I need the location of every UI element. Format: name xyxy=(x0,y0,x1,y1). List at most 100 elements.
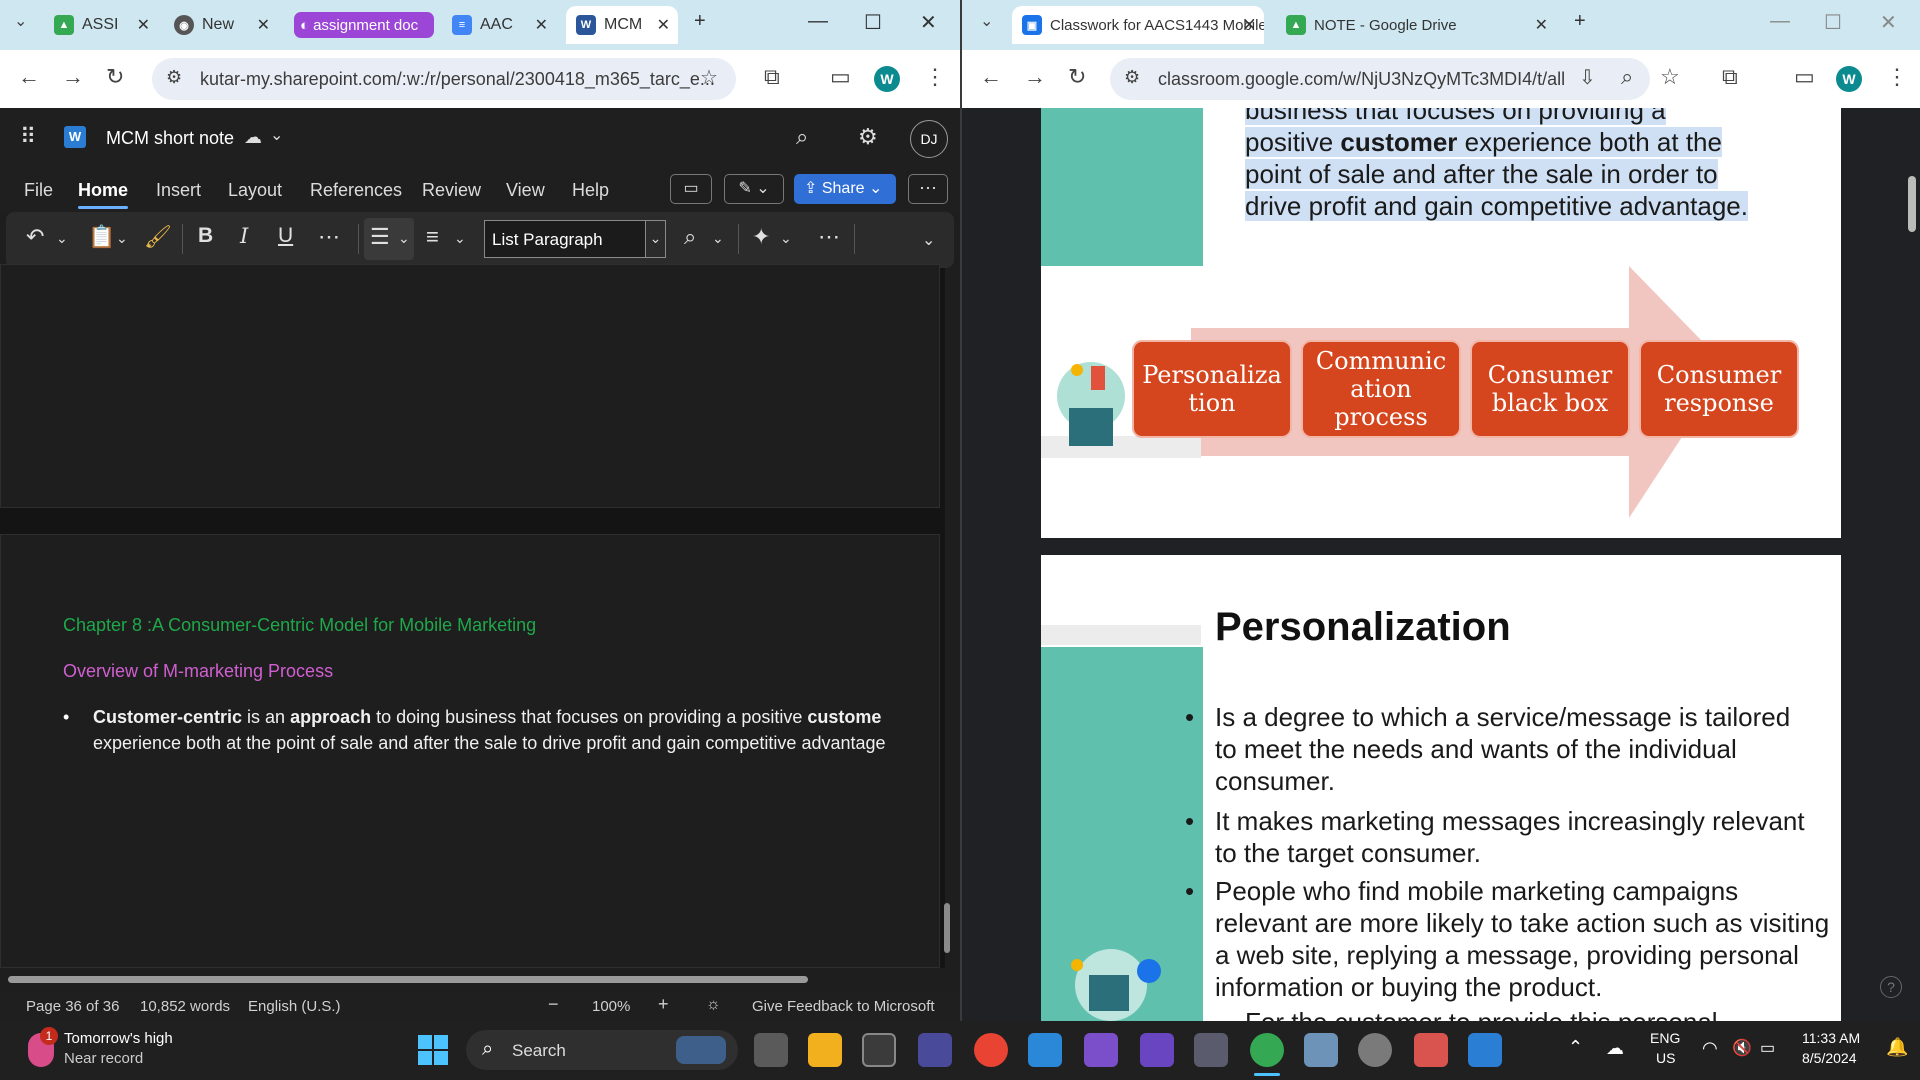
taskbar-search-box[interactable]: ⌕ Search xyxy=(466,1030,738,1070)
close-tab-icon[interactable]: ✕ xyxy=(137,15,150,35)
slide2-title[interactable]: Personalization xyxy=(1215,605,1511,650)
style-chevron-icon[interactable]: ⌄ xyxy=(646,220,666,258)
paste-clipboard-icon[interactable]: 📋 xyxy=(88,224,115,250)
undo-icon[interactable]: ↶ xyxy=(26,224,44,250)
vertical-scrollbar-thumb[interactable] xyxy=(944,903,950,953)
find-icon[interactable]: ⌕ xyxy=(684,224,696,250)
help-icon[interactable]: ? xyxy=(1880,976,1902,998)
zoom-icon[interactable]: ⌕ xyxy=(1621,66,1633,88)
bookmark-star-icon[interactable]: ☆ xyxy=(1660,66,1680,88)
align-icon[interactable]: ≡ xyxy=(426,224,439,250)
slide2-bullet-1[interactable]: Is a degree to which a service/message i… xyxy=(1185,701,1815,797)
heading-chapter[interactable]: Chapter 8 :A Consumer-Centric Model for … xyxy=(63,615,536,636)
reload-icon[interactable]: ↻ xyxy=(1068,66,1086,88)
reload-icon[interactable]: ↻ xyxy=(106,66,124,88)
forward-icon[interactable]: → xyxy=(62,66,84,88)
zoom-out-icon[interactable]: − xyxy=(548,994,559,1015)
tab-review[interactable]: Review xyxy=(422,180,481,201)
ribbon-collapse-icon[interactable]: ⌄ xyxy=(922,230,935,250)
close-window-icon[interactable]: ✕ xyxy=(1880,10,1897,35)
document-title[interactable]: MCM short note xyxy=(106,128,234,149)
windows-start-icon[interactable] xyxy=(418,1035,448,1065)
lang-bottom[interactable]: US xyxy=(1656,1050,1675,1066)
profile-avatar[interactable]: W xyxy=(874,66,900,92)
app-icon[interactable] xyxy=(918,1033,952,1067)
weather-title[interactable]: Tomorrow's high xyxy=(64,1030,173,1047)
file-explorer-icon[interactable] xyxy=(808,1033,842,1067)
tab-file[interactable]: File xyxy=(24,180,53,201)
close-tab-icon[interactable]: ✕ xyxy=(1243,15,1256,35)
tab-google-drive[interactable]: ▲ NOTE - Google Drive ✕ xyxy=(1280,6,1556,44)
search-icon[interactable]: ⌕ xyxy=(796,126,808,148)
editing-mode-icon[interactable]: ✎ ⌄ xyxy=(724,174,784,204)
settings-gear-icon[interactable] xyxy=(1358,1033,1392,1067)
align-chevron-icon[interactable]: ⌄ xyxy=(454,230,466,247)
clock-date[interactable]: 8/5/2024 xyxy=(1802,1050,1857,1066)
settings-gear-icon[interactable]: ⚙ xyxy=(858,126,878,148)
find-chevron-icon[interactable]: ⌄ xyxy=(712,230,724,247)
brightness-icon[interactable]: ☼ xyxy=(706,996,721,1014)
volume-muted-icon[interactable]: 🔇 xyxy=(1732,1038,1752,1058)
bullet-paragraph-line1[interactable]: Customer-centric is an approach to doing… xyxy=(93,707,881,728)
back-icon[interactable]: ← xyxy=(18,66,40,88)
close-tab-icon[interactable]: ✕ xyxy=(1535,15,1548,35)
more-font-icon[interactable]: ⋯ xyxy=(318,224,340,250)
share-button[interactable]: ⇪ Share ⌄ xyxy=(794,174,896,204)
viewer-scrollbar-thumb[interactable] xyxy=(1908,176,1916,232)
bullets-icon[interactable]: ☰ xyxy=(370,224,390,250)
chrome-profile-icon[interactable] xyxy=(1250,1033,1284,1067)
close-tab-icon[interactable]: ✕ xyxy=(257,15,270,35)
tab-group-assignment-doc[interactable]: ◐ assignment doc xyxy=(294,12,434,38)
cast-icon[interactable]: ▭ xyxy=(1794,66,1815,88)
paste-chevron-icon[interactable]: ⌄ xyxy=(116,230,128,247)
app-launcher-icon[interactable]: ⠿ xyxy=(20,126,36,148)
minimize-icon[interactable]: — xyxy=(1770,10,1790,33)
horizontal-scrollbar-thumb[interactable] xyxy=(8,976,808,983)
extensions-icon[interactable]: ⧉ xyxy=(764,66,780,88)
close-tab-icon[interactable]: ✕ xyxy=(657,15,670,35)
bullet-paragraph-line2[interactable]: experience both at the point of sale and… xyxy=(93,733,886,754)
new-tab-icon[interactable]: + xyxy=(1574,10,1586,33)
page-count[interactable]: Page 36 of 36 xyxy=(26,998,119,1015)
title-chevron-icon[interactable]: ⌄ xyxy=(270,128,283,144)
app-icon[interactable] xyxy=(1304,1033,1338,1067)
tab-assi[interactable]: ▲ ASSI ✕ xyxy=(54,6,158,44)
zoom-level[interactable]: 100% xyxy=(592,998,630,1015)
tab-search-icon[interactable]: ⌄ xyxy=(980,14,993,30)
slide2-cutoff-line[interactable]: For the customer to provide this persona… xyxy=(1245,1007,1718,1021)
tab-new[interactable]: ◉ New ✕ xyxy=(174,6,278,44)
notification-bell-icon[interactable]: 🔔 xyxy=(1886,1037,1908,1058)
profile-avatar[interactable]: W xyxy=(1836,66,1862,92)
slide1-text[interactable]: business that focuses on providing a pos… xyxy=(1245,108,1748,222)
tab-references[interactable]: References xyxy=(310,180,402,201)
forward-icon[interactable]: → xyxy=(1024,66,1046,88)
tab-aac[interactable]: ≡ AAC ✕ xyxy=(452,6,556,44)
maximize-icon[interactable]: ☐ xyxy=(864,10,882,35)
tab-layout[interactable]: Layout xyxy=(228,180,282,201)
bold-icon[interactable]: B xyxy=(198,224,213,248)
clock-time[interactable]: 11:33 AM xyxy=(1802,1030,1860,1046)
url-field[interactable]: ⚙ kutar-my.sharepoint.com/:w:/r/personal… xyxy=(152,58,736,100)
style-select[interactable]: List Paragraph xyxy=(484,220,646,258)
wifi-icon[interactable]: ◠ xyxy=(1702,1038,1718,1059)
cast-icon[interactable]: ▭ xyxy=(830,66,851,88)
weather-subtitle[interactable]: Near record xyxy=(64,1050,143,1067)
battery-icon[interactable]: ▭ xyxy=(1760,1038,1775,1058)
bullets-chevron-icon[interactable]: ⌄ xyxy=(398,230,410,247)
tab-mcm[interactable]: W MCM ✕ xyxy=(566,6,678,44)
more-options-icon[interactable]: ⋯ xyxy=(908,174,948,204)
box-personalization[interactable]: Personaliza tion xyxy=(1132,340,1292,438)
minimize-icon[interactable]: — xyxy=(808,10,828,33)
designer-wand-icon[interactable]: ✦ xyxy=(752,224,770,250)
heading-overview[interactable]: Overview of M-marketing Process xyxy=(63,661,333,682)
tab-insert[interactable]: Insert xyxy=(156,180,201,201)
box-consumer-response[interactable]: Consumer response xyxy=(1639,340,1799,438)
app-icon[interactable] xyxy=(1194,1033,1228,1067)
site-info-icon[interactable]: ⚙ xyxy=(166,68,182,86)
tab-help[interactable]: Help xyxy=(572,180,609,201)
visual-studio-icon[interactable] xyxy=(1084,1033,1118,1067)
tab-search-icon[interactable]: ⌄ xyxy=(14,14,27,30)
tray-chevron-icon[interactable]: ⌃ xyxy=(1568,1037,1583,1058)
extensions-icon[interactable]: ⧉ xyxy=(1722,66,1738,88)
designer-chevron-icon[interactable]: ⌄ xyxy=(780,230,792,247)
